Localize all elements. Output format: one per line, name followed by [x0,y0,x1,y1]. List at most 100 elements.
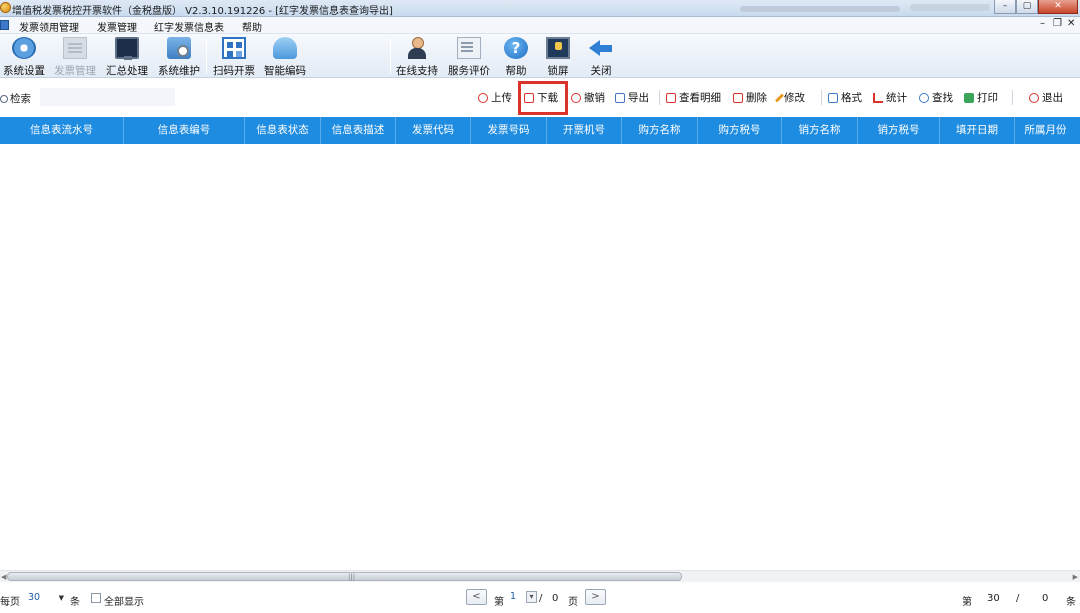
column-header[interactable]: 填开日期 [940,117,1015,144]
page-spin-box[interactable]: ▾ [526,591,537,603]
revoke-icon [571,92,581,103]
menu-bar: 发票领用管理 发票管理 红字发票信息表 帮助 – ❐ ✕ [0,17,1080,34]
show-all-checkbox[interactable] [91,593,101,603]
printer-icon [964,92,974,103]
exit-button[interactable]: 退出 [1029,90,1063,105]
toolbar-label: 汇总处理 [106,65,148,77]
mdi-restore-button[interactable]: ❐ [1053,18,1062,29]
stats-button[interactable]: 统计 [873,90,907,105]
column-header[interactable]: 销方名称 [782,117,858,144]
record-total: 0 [1042,593,1049,604]
column-header[interactable]: 发票号码 [471,117,547,144]
current-page-input[interactable]: 1 [510,591,516,602]
column-header[interactable]: 购方名称 [622,117,698,144]
column-header[interactable]: 信息表状态 [245,117,321,144]
pencil-icon [774,92,785,103]
record-range: 30 [987,593,1000,604]
column-header[interactable]: 信息表描述 [321,117,396,144]
search-icon [0,95,8,103]
help-icon: ? [504,37,528,59]
summary-processing-button[interactable]: 汇总处理 [104,35,150,77]
toolbar-label: 在线支持 [396,65,438,77]
action-separator [1012,90,1013,105]
export-button[interactable]: 导出 [615,90,649,105]
invoice-manage-icon [63,37,87,59]
format-button[interactable]: 格式 [828,90,862,105]
help-button[interactable]: ? 帮助 [500,35,532,77]
minimize-button[interactable]: – [994,0,1016,14]
unit-label: 条 [70,597,80,608]
view-detail-button[interactable]: 查看明细 [666,90,721,105]
column-header[interactable]: 信息表流水号 [0,117,124,144]
print-button[interactable]: 打印 [964,90,998,105]
close-window-button[interactable]: ✕ [1038,0,1078,14]
toolbar-label: 帮助 [505,65,527,77]
delete-button[interactable]: 删除 [733,90,767,105]
menu-red-invoice-info[interactable]: 红字发票信息表 [154,19,224,34]
online-support-button[interactable]: 在线支持 [394,35,440,77]
column-header[interactable]: 购方税号 [698,117,782,144]
page-size-select[interactable]: 30 ▼ [24,591,66,605]
scroll-left-icon[interactable]: ◀ [1,573,6,581]
back-arrow-icon [589,37,613,59]
window-controls: – ▢ ✕ [994,0,1078,15]
export-icon [615,92,625,103]
per-page-label: 每页 [0,597,20,608]
page-slash: / [539,593,543,604]
gear-icon [12,37,36,59]
prev-page-button[interactable]: < [466,589,487,605]
modify-label: 修改 [784,92,805,104]
modify-button[interactable]: 修改 [774,90,805,105]
close-module-button[interactable]: 关闭 [585,35,617,77]
column-header[interactable]: 所属月份 [1015,117,1076,144]
service-review-button[interactable]: 服务评价 [446,35,492,77]
horizontal-scrollbar[interactable]: ◀ ||| ▶ [0,570,1080,582]
grid-body[interactable] [0,144,1080,570]
qr-code-icon [222,37,246,59]
toolbar-label: 服务评价 [448,65,490,77]
invoice-manage-button[interactable]: 发票管理 [52,35,98,77]
export-label: 导出 [628,92,649,104]
column-header[interactable]: 发票代码 [396,117,471,144]
restore-button[interactable]: ▢ [1016,0,1038,14]
column-header[interactable]: 销方税号 [858,117,940,144]
trash-icon [733,92,743,103]
lock-screen-button[interactable]: 锁屏 [542,35,574,77]
chevron-down-icon: ▼ [58,594,64,602]
search-input[interactable] [40,88,175,106]
menu-app-icon[interactable] [0,20,9,30]
scan-invoice-button[interactable]: 扫码开票 [211,35,257,77]
menu-help[interactable]: 帮助 [242,19,262,34]
mdi-close-button[interactable]: ✕ [1067,18,1075,29]
column-header[interactable]: 开票机号 [547,117,622,144]
show-all-label: 全部显示 [104,597,144,608]
format-icon [828,92,838,103]
lock-screen-icon [546,37,570,59]
monitor-icon [115,37,139,60]
mdi-minimize-button[interactable]: – [1040,18,1045,29]
action-separator [821,90,822,105]
view-detail-icon [666,92,676,103]
system-maintenance-button[interactable]: 系统维护 [156,35,202,77]
revoke-button[interactable]: 撤销 [571,90,605,105]
toolbar-separator [390,38,391,74]
scroll-right-icon[interactable]: ▶ [1073,573,1078,581]
support-person-icon [405,37,429,59]
toolbar-label: 系统设置 [3,65,45,77]
upload-button[interactable]: 上传 [478,90,512,105]
system-settings-button[interactable]: 系统设置 [1,35,47,77]
find-button[interactable]: 查找 [919,90,953,105]
smart-coding-button[interactable]: 智能编码 [262,35,308,77]
next-page-button[interactable]: > [585,589,606,605]
power-icon [1029,92,1039,103]
column-header[interactable]: 信息表编号 [124,117,245,144]
scrollbar-thumb[interactable]: ||| [7,572,682,581]
blurred-region [740,6,900,12]
magnifier-icon [919,92,929,103]
menu-invoice-manage[interactable]: 发票管理 [97,19,137,34]
main-toolbar: 系统设置 发票管理 汇总处理 系统维护 扫码开票 智能编码 在线支持 服务评价 … [0,34,1080,78]
menu-invoice-receive[interactable]: 发票领用管理 [19,19,79,34]
grip-icon: ||| [348,573,356,581]
upload-icon [478,92,488,103]
toolbar-label: 关闭 [590,65,612,77]
